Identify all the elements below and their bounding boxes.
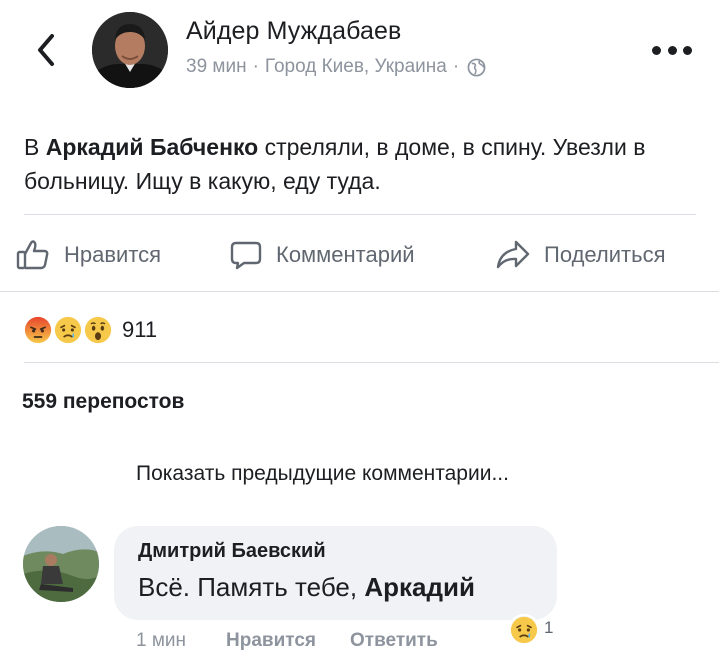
comment-time: 1 мин — [136, 630, 187, 651]
thumbs-up-icon — [16, 240, 49, 270]
globe-icon — [467, 58, 486, 76]
comment-text: Всё. Память тебе, Аркадий — [138, 572, 475, 603]
comment-mention-link[interactable]: Аркадий — [364, 572, 475, 602]
sad-reaction-icon[interactable] — [508, 614, 540, 646]
angry-reaction-icon — [22, 314, 54, 346]
back-button[interactable] — [30, 28, 62, 72]
chevron-left-icon — [38, 34, 54, 66]
comment-text-body: Всё. Память тебе, — [138, 572, 365, 602]
author-name[interactable]: Айдер Муждабаев — [186, 17, 401, 46]
post-meta: 39 мин · Город Киев, Украина · — [186, 56, 486, 78]
author-avatar[interactable] — [92, 12, 168, 88]
post-actions-bar: Нравится Комментарий Поделиться — [0, 232, 719, 278]
author-avatar-image — [92, 12, 168, 88]
like-button[interactable]: Нравится — [16, 232, 161, 278]
shares-count[interactable]: 559 перепостов — [22, 390, 184, 414]
meta-separator: · — [452, 56, 460, 77]
share-button[interactable]: Поделиться — [496, 232, 665, 278]
comment-label: Комментарий — [276, 242, 415, 267]
commenter-avatar[interactable] — [23, 526, 99, 602]
post-time[interactable]: 39 мин — [186, 56, 247, 78]
commenter-name[interactable]: Дмитрий Баевский — [138, 540, 326, 563]
share-label: Поделиться — [544, 242, 666, 267]
more-dot-icon — [652, 45, 661, 55]
divider — [0, 291, 719, 292]
reaction-icons — [22, 314, 116, 346]
more-dot-icon — [683, 45, 692, 55]
comment-footer: 1 мин Нравится Ответить — [136, 628, 438, 654]
comment-bubble: Дмитрий Баевский Всё. Память тебе, Аркад… — [114, 526, 557, 620]
post-location[interactable]: Город Киев, Украина — [265, 56, 447, 78]
more-dot-icon — [667, 45, 677, 55]
share-icon — [496, 240, 530, 269]
post-text: В Аркадий Бабченко стреляли, в доме, в с… — [24, 130, 694, 198]
wow-reaction-icon — [82, 314, 114, 346]
like-label: Нравится — [64, 242, 162, 267]
comment-reply-button[interactable]: Ответить — [350, 630, 438, 652]
divider — [24, 362, 719, 363]
comment-like-button[interactable]: Нравится — [226, 630, 316, 652]
comment-reaction-count: 1 — [544, 618, 554, 637]
divider — [24, 214, 696, 215]
post-header: Айдер Муждабаев 39 мин · Город Киев, Укр… — [0, 0, 719, 100]
post-mention-link[interactable]: Аркадий Бабченко — [46, 134, 258, 160]
sad-reaction-icon — [52, 314, 84, 346]
meta-separator: · — [252, 56, 259, 77]
reaction-count: 911 — [122, 317, 158, 342]
post-text-prefix: В — [24, 134, 46, 160]
reactions-summary[interactable]: 911 — [22, 314, 157, 346]
show-previous-comments-link[interactable]: Показать предыдущие комментарии... — [136, 462, 509, 486]
comment-icon — [230, 241, 262, 270]
comment-button[interactable]: Комментарий — [230, 232, 415, 278]
commenter-avatar-image — [23, 526, 99, 602]
more-options-button[interactable] — [652, 40, 692, 60]
